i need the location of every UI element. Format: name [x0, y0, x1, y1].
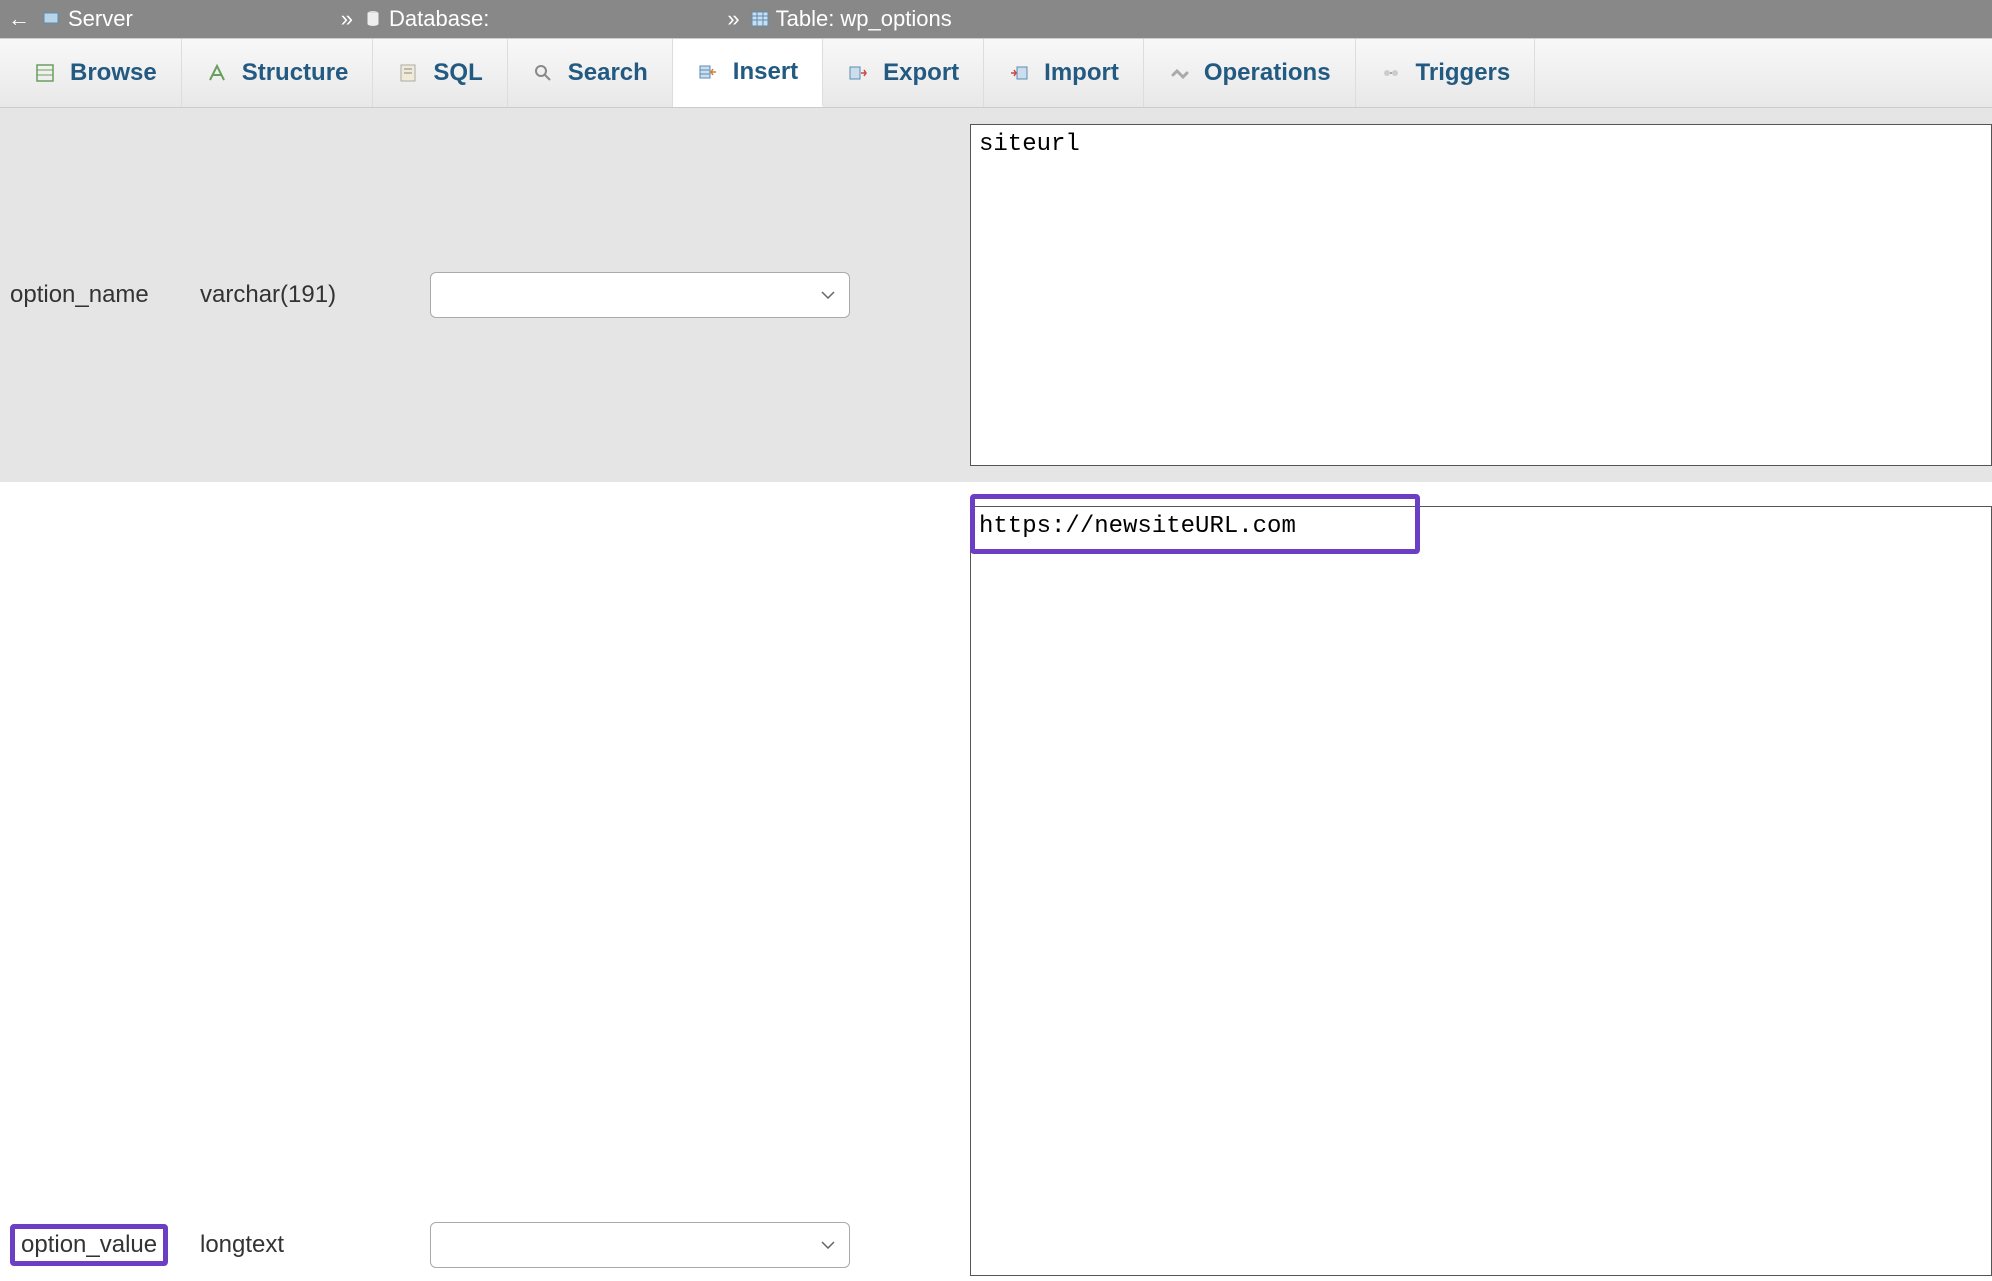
field-value-option-value[interactable]	[970, 506, 1992, 1276]
tab-insert[interactable]: Insert	[673, 39, 823, 107]
server-icon	[42, 9, 62, 29]
breadcrumb-server-label: Server	[68, 6, 133, 32]
tab-operations[interactable]: Operations	[1144, 39, 1356, 107]
triggers-icon	[1380, 62, 1402, 84]
field-label-option-value: option_value	[0, 1224, 200, 1266]
field-value-option-name[interactable]	[970, 124, 1992, 466]
tab-operations-label: Operations	[1204, 59, 1331, 87]
breadcrumb-bar: ← Server » Database: » Table: wp_options	[0, 0, 1992, 38]
sql-icon	[397, 62, 419, 84]
field-type-option-name: varchar(191)	[200, 281, 430, 309]
browse-icon	[34, 62, 56, 84]
tab-triggers-label: Triggers	[1416, 59, 1511, 87]
tabs-bar: Browse Structure SQL Search Insert Expor…	[0, 38, 1992, 108]
operations-icon	[1168, 62, 1190, 84]
breadcrumb-separator: »	[727, 6, 739, 32]
tab-triggers[interactable]: Triggers	[1356, 39, 1536, 107]
tab-search[interactable]: Search	[508, 39, 673, 107]
field-row-option-value: option_value longtext	[0, 482, 1992, 1281]
tab-export-label: Export	[883, 59, 959, 87]
tab-search-label: Search	[568, 59, 648, 87]
database-icon	[363, 9, 383, 29]
table-icon	[750, 9, 770, 29]
tab-structure-label: Structure	[242, 59, 349, 87]
option-value-highlight: option_value	[10, 1224, 168, 1266]
tab-sql-label: SQL	[433, 59, 482, 87]
tab-sql[interactable]: SQL	[373, 39, 507, 107]
search-icon	[532, 62, 554, 84]
field-type-option-value: longtext	[200, 1231, 430, 1259]
tab-insert-label: Insert	[733, 58, 798, 86]
breadcrumb-database-label: Database:	[389, 6, 489, 32]
breadcrumb-separator: »	[341, 6, 353, 32]
tab-export[interactable]: Export	[823, 39, 984, 107]
structure-icon	[206, 62, 228, 84]
breadcrumb-server[interactable]: Server	[42, 6, 133, 32]
tab-structure[interactable]: Structure	[182, 39, 374, 107]
breadcrumb-database[interactable]: Database:	[363, 6, 489, 32]
field-function-select-option-value[interactable]	[430, 1222, 850, 1268]
back-arrow-icon[interactable]: ←	[8, 6, 30, 32]
field-row-option-name: option_name varchar(191)	[0, 108, 1992, 482]
breadcrumb-table-label: Table: wp_options	[776, 6, 952, 32]
tab-browse[interactable]: Browse	[10, 39, 182, 107]
insert-icon	[697, 61, 719, 83]
import-icon	[1008, 62, 1030, 84]
field-function-select-option-name[interactable]	[430, 272, 850, 318]
tab-browse-label: Browse	[70, 59, 157, 87]
content-area: option_name varchar(191) option_value lo…	[0, 108, 1992, 1281]
field-label-option-name: option_name	[0, 281, 200, 309]
tab-import-label: Import	[1044, 59, 1119, 87]
export-icon	[847, 62, 869, 84]
tab-import[interactable]: Import	[984, 39, 1144, 107]
breadcrumb-table[interactable]: Table: wp_options	[750, 6, 952, 32]
